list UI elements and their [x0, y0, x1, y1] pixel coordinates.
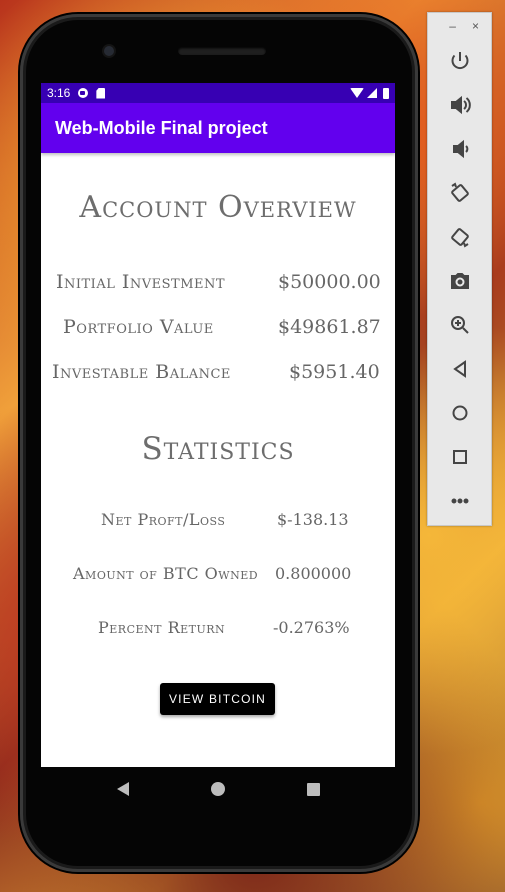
- android-nav-bar: [41, 767, 395, 811]
- front-camera: [104, 46, 114, 56]
- btc-owned-label: Amount of BTC Owned: [73, 564, 259, 583]
- battery-icon: [383, 87, 389, 99]
- power-icon[interactable]: [428, 39, 491, 83]
- status-bar: 3:16: [41, 83, 395, 103]
- volume-up-icon[interactable]: [428, 83, 491, 127]
- portfolio-value-label: Portfolio Value: [63, 316, 214, 338]
- nav-recents-icon[interactable]: [306, 782, 320, 796]
- app-title: Web-Mobile Final project: [55, 117, 268, 138]
- home-icon[interactable]: [428, 391, 491, 435]
- initial-investment-value: $50000.00: [278, 271, 381, 293]
- rotate-right-icon[interactable]: [428, 215, 491, 259]
- camera-icon[interactable]: [428, 259, 491, 303]
- percent-return-label: Percent Return: [98, 618, 226, 637]
- zoom-icon[interactable]: [428, 303, 491, 347]
- statistics-title: Statistics: [141, 431, 295, 467]
- back-icon[interactable]: [428, 347, 491, 391]
- percent-return-value: -0.2763%: [273, 618, 350, 637]
- portfolio-value-value: $49861.87: [278, 316, 381, 338]
- btc-owned-value: 0.800000: [275, 564, 352, 583]
- wifi-icon: [350, 88, 364, 98]
- notification-app-icon: [78, 88, 89, 98]
- volume-down-icon[interactable]: [428, 127, 491, 171]
- net-profit-loss-label: Net Proft/Loss: [101, 510, 226, 529]
- cell-signal-icon: [367, 88, 377, 98]
- view-bitcoin-button[interactable]: VIEW BITCOIN: [160, 683, 275, 715]
- investable-balance-label: Investable Balance: [52, 361, 231, 383]
- account-overview-title: Account Overview: [79, 190, 357, 225]
- earpiece-speaker: [178, 47, 266, 55]
- close-icon[interactable]: ×: [472, 19, 479, 33]
- status-time: 3:16: [47, 86, 71, 100]
- sd-card-icon: [96, 87, 106, 99]
- nav-back-icon[interactable]: [116, 782, 129, 796]
- net-profit-loss-value: $-138.13: [277, 510, 349, 529]
- overview-icon[interactable]: [428, 435, 491, 479]
- rotate-left-icon[interactable]: [428, 171, 491, 215]
- device-screen: 3:16 Web-Mobile Final project Account Ov…: [41, 83, 395, 767]
- main-content: Account Overview Initial Investment $500…: [41, 153, 395, 767]
- initial-investment-label: Initial Investment: [56, 271, 226, 293]
- nav-home-icon[interactable]: [210, 782, 225, 796]
- investable-balance-value: $5951.40: [289, 361, 380, 383]
- emulator-toolbar: – ×: [427, 12, 492, 526]
- minimize-icon[interactable]: –: [449, 19, 456, 33]
- more-icon[interactable]: [428, 479, 491, 523]
- app-bar: Web-Mobile Final project: [41, 103, 395, 153]
